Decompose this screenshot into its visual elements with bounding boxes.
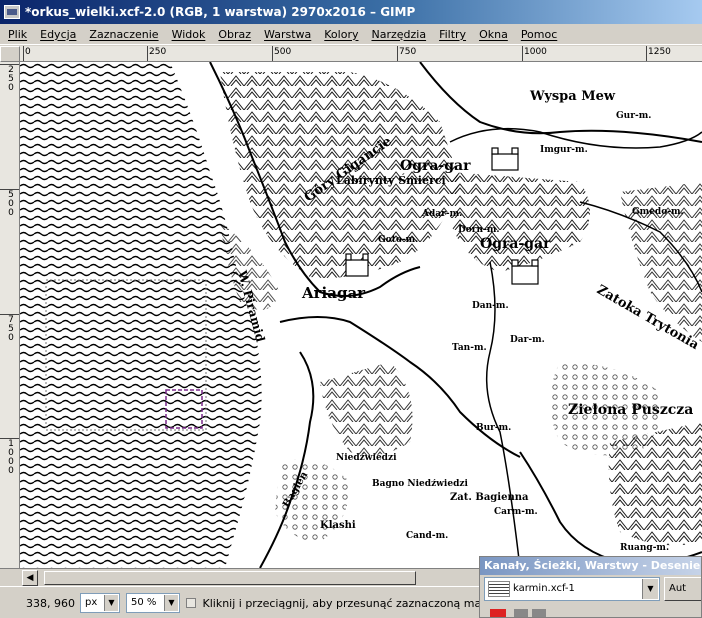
map-label: Dorn-m. xyxy=(458,225,499,235)
image-canvas[interactable]: Wyspa Mew Gur-m. Góry Gigancie Imgur-m. … xyxy=(20,62,702,568)
map-label: Niedźwiedzi xyxy=(336,453,397,463)
map-image: Wyspa Mew Gur-m. Góry Gigancie Imgur-m. … xyxy=(20,62,702,568)
map-label: Dan-m. xyxy=(472,301,509,311)
map-label: Dar-m. xyxy=(510,335,545,345)
color-swatch-icon[interactable] xyxy=(490,609,506,617)
horizontal-ruler[interactable]: 0 250 500 750 1000 1250 xyxy=(20,46,702,62)
menu-view[interactable]: Widok xyxy=(172,28,206,41)
menu-file[interactable]: Plik xyxy=(8,28,27,41)
map-label: Ogra-gar xyxy=(480,236,551,252)
map-label: Zat. Bagienna xyxy=(450,492,529,503)
menu-tools[interactable]: Narzędzia xyxy=(371,28,426,41)
auto-button[interactable]: Aut xyxy=(664,577,701,601)
map-label: Klashi xyxy=(320,520,356,531)
map-label: Imgur-m. xyxy=(540,145,588,155)
map-label: Carm-m. xyxy=(494,507,538,517)
h-ruler-label: 1000 xyxy=(524,47,547,57)
h-ruler-label: 0 xyxy=(25,47,31,57)
dock-title[interactable]: Kanały, Ścieżki, Warstwy - Desenie, Gr xyxy=(480,557,701,575)
map-label: Tan-m. xyxy=(452,343,487,353)
zoom-value: 50 % xyxy=(131,597,157,608)
map-label: Gur-m. xyxy=(616,111,651,121)
pointer-coordinates: 338, 960 xyxy=(26,597,75,610)
map-label: Goto-m. xyxy=(378,235,418,245)
navigate-button[interactable] xyxy=(0,568,20,586)
h-ruler-label: 500 xyxy=(274,47,292,57)
v-ruler-label: 500 xyxy=(8,190,14,218)
map-label: Bur-m. xyxy=(476,423,511,433)
scroll-thumb[interactable] xyxy=(44,571,416,585)
image-selector[interactable]: karmin.xcf-1 ▼ xyxy=(484,577,660,601)
zoom-selector[interactable]: 50 % ▼ xyxy=(126,593,180,613)
map-label: Ogra-gar xyxy=(400,158,471,174)
map-label: Wyspa Mew xyxy=(529,89,616,104)
menu-select[interactable]: Zaznaczenie xyxy=(89,28,158,41)
v-ruler-label: 250 xyxy=(8,65,14,93)
menu-image[interactable]: Obraz xyxy=(218,28,251,41)
h-ruler-label: 750 xyxy=(399,47,417,57)
map-label: Adar-m. xyxy=(421,209,462,219)
menu-edit[interactable]: Edycja xyxy=(40,28,76,41)
status-icon xyxy=(186,598,196,608)
title-bar: *orkus_wielki.xcf-2.0 (RGB, 1 warstwa) 2… xyxy=(0,0,702,24)
map-label: Bagno Niedźwiedzi xyxy=(372,479,468,489)
menu-colors[interactable]: Kolory xyxy=(324,28,358,41)
menu-help[interactable]: Pomoc xyxy=(521,28,557,41)
chevron-down-icon: ▼ xyxy=(164,595,178,611)
chevron-down-icon: ▼ xyxy=(642,579,658,599)
map-label: Gmedo-m. xyxy=(632,207,684,217)
map-label: Zielona Puszcza xyxy=(568,402,693,418)
map-label: Labirynty Śmierci xyxy=(336,173,446,187)
menu-filters[interactable]: Filtry xyxy=(439,28,466,41)
ruler-corner-menu-button[interactable] xyxy=(0,46,20,62)
menu-bar: Plik Edycja Zaznaczenie Widok Obraz Wars… xyxy=(0,24,702,45)
h-ruler-label: 1250 xyxy=(648,47,671,57)
window-title: *orkus_wielki.xcf-2.0 (RGB, 1 warstwa) 2… xyxy=(25,5,416,19)
menu-layer[interactable]: Warstwa xyxy=(264,28,311,41)
map-label: Ruang-m. xyxy=(620,543,669,553)
gimp-app-icon xyxy=(4,5,20,19)
tool-icon[interactable] xyxy=(514,609,528,617)
v-ruler-label: 750 xyxy=(8,315,14,343)
h-ruler-label: 250 xyxy=(149,47,167,57)
dock-panel: Kanały, Ścieżki, Warstwy - Desenie, Gr k… xyxy=(479,556,702,618)
scroll-left-arrow-icon[interactable]: ◀ xyxy=(22,570,38,586)
tool-icon[interactable] xyxy=(532,609,546,617)
map-label: Cand-m. xyxy=(406,531,448,541)
unit-value: px xyxy=(85,597,98,608)
unit-selector[interactable]: px ▼ xyxy=(80,593,120,613)
v-ruler-label: 1000 xyxy=(8,439,14,476)
vertical-ruler[interactable]: 250 500 750 1000 xyxy=(0,62,20,568)
map-label: Ariagar xyxy=(301,284,366,302)
image-thumbnail xyxy=(488,581,510,597)
menu-windows[interactable]: Okna xyxy=(479,28,508,41)
chevron-down-icon: ▼ xyxy=(104,595,118,611)
image-name: karmin.xcf-1 xyxy=(513,583,575,594)
